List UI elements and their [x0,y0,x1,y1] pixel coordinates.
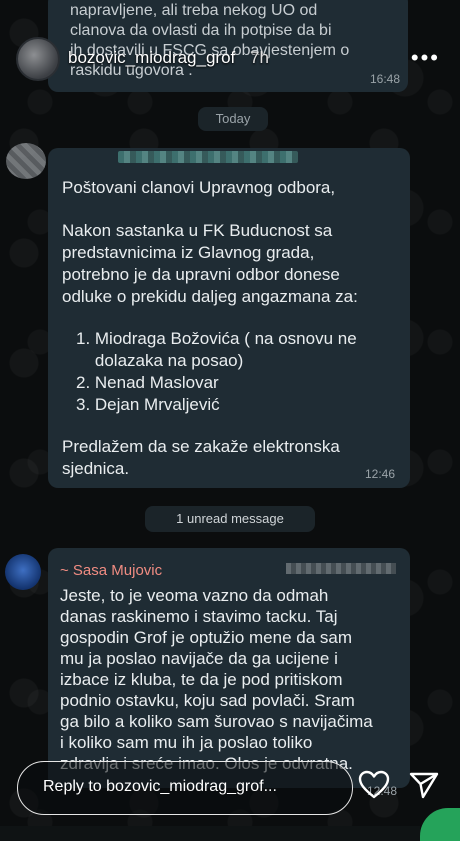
message-line: odluke o prekidu daljeg angazmana za: [62,287,358,306]
reply-placeholder[interactable]: Reply to bozovic_miodrag_grof... [43,778,277,796]
message-line: sjednica. [62,459,130,478]
message-line: i koliko sam mu ih ja poslao toliko [60,733,313,752]
list-item: dolazaka na posao) [76,351,244,370]
message-line: danas raskinemo i stavimo tacku. Taj [60,607,338,626]
send-icon[interactable] [408,770,440,800]
message-line: izbace iz kluba, te da je pod pritiskom [60,670,343,689]
bottom-toolbar-partial [0,826,420,841]
previous-message-line: napravljene, ali treba nekog UO od [70,2,318,19]
list-item: 1. Miodraga Božovića ( na osnovu ne [76,329,357,348]
date-divider: Today [198,107,268,131]
story-username[interactable]: bozovic_miodrag_grof [68,48,235,68]
message-greeting: Poštovani clanovi Upravnog odbora, [62,178,336,197]
message-line: predstavnicima iz Glavnog grada, [62,243,315,262]
message-line: potrebno je da upravni odbor donese [62,265,340,284]
heart-icon[interactable] [358,770,390,800]
unread-divider: 1 unread message [145,506,315,532]
story-avatar[interactable] [16,37,60,81]
message-line: Nakon sastanka u FK Buducnost sa [62,221,333,240]
message-line: mu ja poslao navijače da ga ucijene i [60,649,338,668]
message-time: 12:46 [365,467,396,481]
previous-message-time: 16:48 [369,72,400,86]
sender-avatar[interactable] [5,554,41,590]
message-line: gospodin Grof je optužio mene da sam [60,628,353,647]
message-line: Predlažem da se zakaže elektronska [62,437,340,456]
message-sender[interactable]: ~ Sasa Mujovic [60,562,162,579]
list-item: 2. Nenad Maslovar [76,373,219,392]
sender-name-blurred [118,151,298,163]
message-line: Jeste, to je veoma vazno da odmah [60,586,329,605]
previous-message-line: clanova da ovlasti da ih potpise da bi [70,22,332,39]
more-dots-icon[interactable]: ••• [411,45,440,71]
sender-phone-blurred [286,563,396,574]
message-line: podnio ostavku, koju sad povlači. Sram [60,691,355,710]
message-line: ga bilo a koliko sam šurovao s navijačim… [60,712,373,731]
sender-avatar-blurred [6,143,46,179]
story-time-ago: 7h [250,48,269,67]
list-item: 3. Dejan Mrvaljević [76,395,220,414]
